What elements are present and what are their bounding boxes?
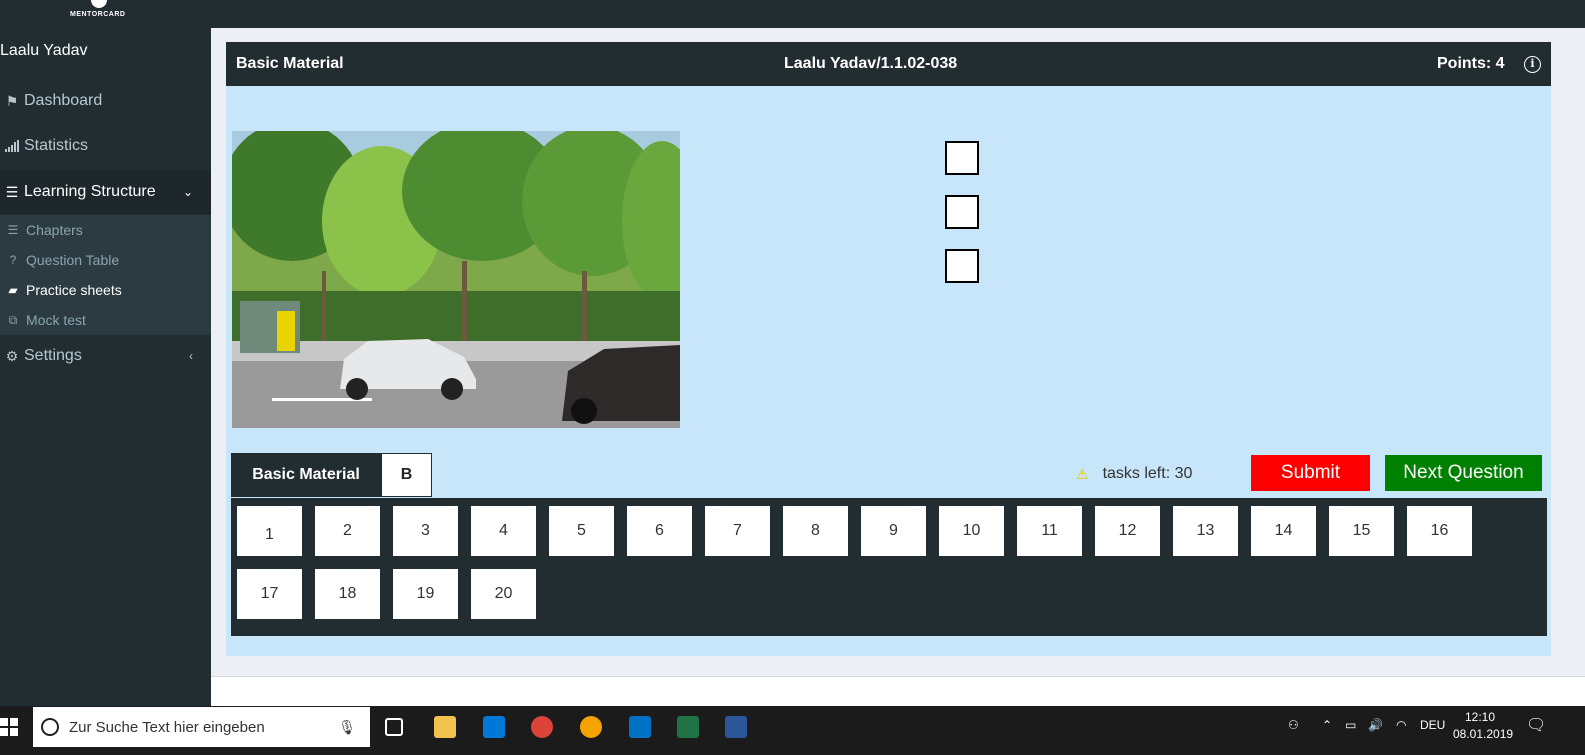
sidebar-item-statistics[interactable]: Statistics <box>0 124 211 168</box>
windows-start-icon[interactable] <box>0 718 18 736</box>
sidebar-item-label: Settings <box>24 347 82 364</box>
question-button-11[interactable]: 11 <box>1017 506 1082 556</box>
outlook-icon[interactable] <box>629 716 651 738</box>
question-button-4[interactable]: 4 <box>471 506 536 556</box>
question-button-3[interactable]: 3 <box>393 506 458 556</box>
top-bar: MENTORCARD <box>0 0 1585 28</box>
question-id: Laalu Yadav/1.1.02-038 <box>784 55 958 72</box>
clone-icon: ⧉ <box>8 312 18 327</box>
answer-checkbox-1[interactable] <box>945 141 979 175</box>
question-button-19[interactable]: 19 <box>393 569 458 619</box>
content-footer <box>211 676 1585 706</box>
chrome-icon[interactable] <box>531 716 553 738</box>
panel-title: Basic Material <box>236 55 344 72</box>
sidebar-item-settings[interactable]: ⚙ Settings ‹ <box>0 334 211 378</box>
language-indicator[interactable]: DEU <box>1420 718 1445 732</box>
sidebar-item-learning-structure[interactable]: ☰ Learning Structure ⌄ <box>0 170 211 214</box>
main-content: Basic Material Laalu Yadav/1.1.02-038 Po… <box>211 28 1585 706</box>
gear-icon: ⚙ <box>5 347 19 364</box>
notification-icon[interactable]: 🗨 <box>1526 715 1546 735</box>
sidebar-subitem-label: Question Table <box>26 252 120 268</box>
tab-b[interactable]: B <box>381 453 432 497</box>
signal-icon <box>0 140 24 152</box>
chevron-left-icon: ‹ <box>189 349 193 363</box>
next-question-button[interactable]: Next Question <box>1385 455 1542 491</box>
question-button-5[interactable]: 5 <box>549 506 614 556</box>
flag-icon: ⚑ <box>5 92 19 109</box>
question-grid: 1 2 3 4 5 6 7 8 9 10 11 12 13 14 15 16 1… <box>231 498 1547 636</box>
question-button-1[interactable]: 1 <box>237 506 302 556</box>
excel-icon[interactable] <box>677 716 699 738</box>
windows-taskbar: Zur Suche Text hier eingeben 🎙 ⚇ ⌃ ▭ 🔊 ◠… <box>0 706 1585 755</box>
sidebar-subitem-label: Mock test <box>26 312 86 328</box>
answer-checkbox-2[interactable] <box>945 195 979 229</box>
microphone-icon[interactable]: 🎙 <box>338 719 356 736</box>
logo-text: MENTORCARD <box>70 11 126 18</box>
book-icon: ▰ <box>8 283 18 297</box>
word-icon[interactable] <box>725 716 747 738</box>
question-button-16[interactable]: 16 <box>1407 506 1472 556</box>
tab-basic-material[interactable]: Basic Material <box>231 453 381 497</box>
task-view-icon[interactable] <box>385 718 403 736</box>
sidebar-item-dashboard[interactable]: ⚑ Dashboard <box>0 79 211 123</box>
cortana-circle-icon <box>41 718 59 736</box>
people-icon[interactable]: ⚇ <box>1288 718 1299 732</box>
panel-header: Basic Material Laalu Yadav/1.1.02-038 Po… <box>226 42 1551 86</box>
sidebar-subitem-chapters[interactable]: ☰ Chapters <box>0 215 211 245</box>
question-button-18[interactable]: 18 <box>315 569 380 619</box>
battery-icon[interactable]: ▭ <box>1345 718 1356 732</box>
sidebar-item-label: Learning Structure <box>24 183 156 200</box>
mentorcard-logo[interactable]: MENTORCARD <box>60 0 140 24</box>
question-button-10[interactable]: 10 <box>939 506 1004 556</box>
taskbar-search-placeholder: Zur Suche Text hier eingeben <box>69 718 265 736</box>
points-label: Points: 4 <box>1437 55 1505 72</box>
info-icon[interactable]: i <box>1524 56 1541 73</box>
question-button-14[interactable]: 14 <box>1251 506 1316 556</box>
store-icon[interactable] <box>483 716 505 738</box>
tasks-left-label: tasks left: 30 <box>1102 465 1193 482</box>
question-button-12[interactable]: 12 <box>1095 506 1160 556</box>
list-icon: ☰ <box>7 223 19 237</box>
question-button-9[interactable]: 9 <box>861 506 926 556</box>
material-tabs: Basic Material B <box>231 453 432 497</box>
volume-icon[interactable]: 🔊 <box>1368 718 1383 732</box>
sidebar: Laalu Yadav ⚑ Dashboard Statistics ☰ Lea… <box>0 28 211 706</box>
wifi-icon[interactable]: ◠ <box>1396 718 1406 732</box>
taskbar-search-box[interactable]: Zur Suche Text hier eingeben 🎙 <box>33 707 370 747</box>
sidebar-subitem-practice-sheets[interactable]: ▰ Practice sheets <box>0 275 211 305</box>
answer-checkbox-3[interactable] <box>945 249 979 283</box>
logo-mark-icon <box>91 0 107 8</box>
clock-time[interactable]: 12:10 <box>1465 710 1495 724</box>
question-button-13[interactable]: 13 <box>1173 506 1238 556</box>
question-button-20[interactable]: 20 <box>471 569 536 619</box>
file-explorer-icon[interactable] <box>434 716 456 738</box>
sidebar-item-label: Dashboard <box>24 92 103 109</box>
question-button-7[interactable]: 7 <box>705 506 770 556</box>
question-button-6[interactable]: 6 <box>627 506 692 556</box>
chevron-up-icon[interactable]: ⌃ <box>1322 718 1332 732</box>
question-button-8[interactable]: 8 <box>783 506 848 556</box>
sidebar-subitem-label: Practice sheets <box>26 282 122 298</box>
sidebar-subitem-label: Chapters <box>26 222 83 238</box>
question-panel: Basic Material Laalu Yadav/1.1.02-038 Po… <box>226 42 1551 656</box>
sidebar-subitem-mock-test[interactable]: ⧉ Mock test <box>0 305 211 335</box>
tasks-left-status: ⚠ tasks left: 30 <box>1076 465 1192 483</box>
submit-button[interactable]: Submit <box>1251 455 1370 491</box>
question-button-17[interactable]: 17 <box>237 569 302 619</box>
question-image <box>232 131 680 428</box>
list-icon: ☰ <box>5 183 19 200</box>
sidebar-item-label: Statistics <box>24 137 89 154</box>
sidebar-subitem-question-table[interactable]: ? Question Table <box>0 245 211 275</box>
warning-icon: ⚠ <box>1076 465 1089 482</box>
user-name: Laalu Yadav <box>0 42 88 59</box>
question-button-2[interactable]: 2 <box>315 506 380 556</box>
chevron-down-icon: ⌄ <box>182 185 193 199</box>
question-button-15[interactable]: 15 <box>1329 506 1394 556</box>
question-circle-icon: ? <box>9 253 17 267</box>
clock-date[interactable]: 08.01.2019 <box>1453 727 1513 741</box>
browser-icon[interactable] <box>580 716 602 738</box>
